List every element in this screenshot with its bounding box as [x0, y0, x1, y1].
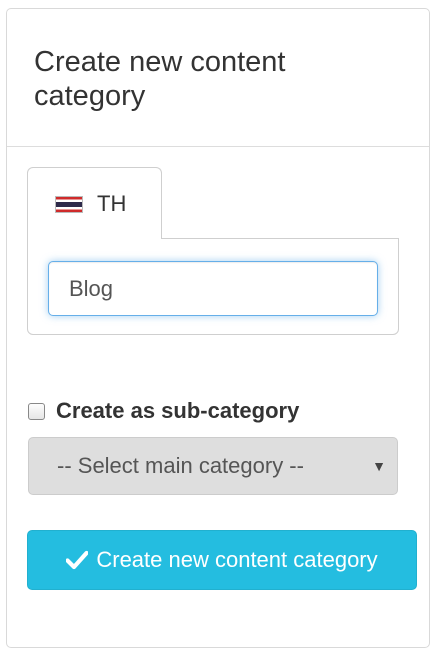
tab-content: [27, 238, 399, 335]
main-category-select[interactable]: -- Select main category -- ▼: [28, 437, 398, 495]
tab-label: TH: [97, 191, 127, 216]
panel-title: Create new content category: [34, 46, 286, 112]
subcategory-row: Create as sub-category: [28, 396, 299, 426]
thailand-flag-icon: [55, 196, 83, 213]
tab-th[interactable]: TH: [27, 167, 162, 239]
panel-heading: Create new content category: [7, 9, 429, 147]
create-category-button[interactable]: Create new content category: [27, 530, 417, 590]
subcategory-label[interactable]: Create as sub-category: [56, 398, 299, 424]
create-category-button-label: Create new content category: [96, 547, 378, 572]
check-icon: [65, 550, 89, 570]
select-selected-value: -- Select main category --: [57, 453, 304, 478]
category-name-input[interactable]: [48, 261, 378, 316]
caret-down-icon: ▼: [372, 458, 386, 474]
subcategory-checkbox[interactable]: [28, 402, 45, 420]
